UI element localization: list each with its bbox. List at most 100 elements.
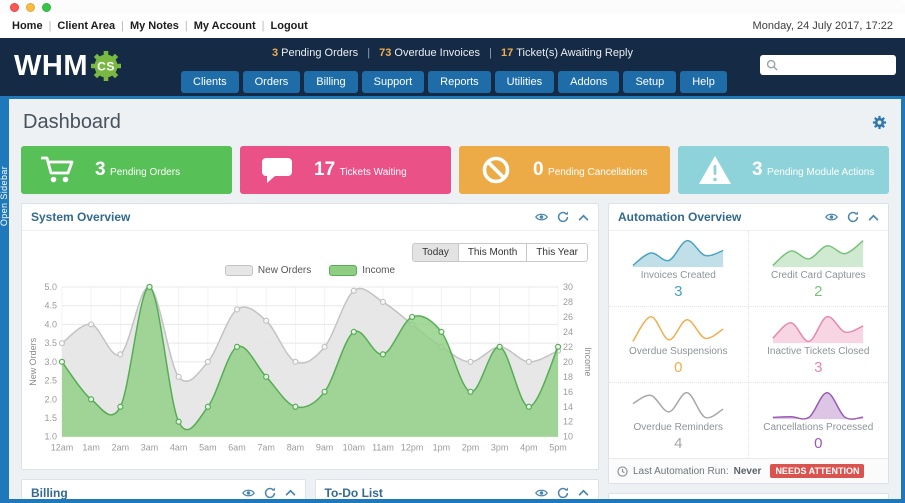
separator: | <box>121 20 124 32</box>
svg-text:30: 30 <box>563 282 573 292</box>
nav-tab-orders[interactable]: Orders <box>242 71 301 93</box>
svg-text:7am: 7am <box>257 443 274 453</box>
nav-tab-billing[interactable]: Billing <box>304 71 358 93</box>
sparkline-inactive-tickets-closed <box>772 315 864 344</box>
alert-tickets-awaiting-reply[interactable]: 17 Ticket(s) Awaiting Reply <box>501 47 633 59</box>
automation-overview-panel: Automation Overview Invoices Created 3 C… <box>608 203 889 484</box>
automation-cell-credit-card-captures: Credit Card Captures 2 <box>748 231 888 307</box>
link-home[interactable]: Home <box>12 20 43 32</box>
eye-icon[interactable] <box>535 488 548 498</box>
window-minimize-button[interactable] <box>26 2 35 12</box>
system-overview-chart: 1.0 1.5 2.0 2.5 3.0 3.5 4.0 4.5 5.0 10 12 14 16 18 20 2… <box>28 282 592 453</box>
nav-tab-support[interactable]: Support <box>361 71 425 93</box>
eye-icon[interactable] <box>535 212 548 222</box>
stat-label: Tickets Waiting <box>339 167 407 178</box>
nav-tab-setup[interactable]: Setup <box>623 71 677 93</box>
logo-text: WHM <box>14 49 88 82</box>
todo-list-title: To-Do List <box>324 485 383 499</box>
automation-overview-title: Automation Overview <box>618 210 742 224</box>
link-my-account[interactable]: My Account <box>194 20 256 32</box>
svg-text:New Orders: New Orders <box>28 337 38 385</box>
svg-text:9am: 9am <box>316 443 333 453</box>
refresh-icon[interactable] <box>264 487 276 499</box>
svg-text:12am: 12am <box>51 443 73 453</box>
sparkline-overdue-reminders <box>632 391 724 419</box>
svg-text:4.5: 4.5 <box>44 301 56 311</box>
svg-text:5pm: 5pm <box>549 443 566 453</box>
svg-text:16: 16 <box>563 387 573 397</box>
comment-icon <box>262 158 292 183</box>
eye-icon[interactable] <box>241 488 255 498</box>
collapse-chevron-icon[interactable] <box>578 489 589 496</box>
svg-text:1.5: 1.5 <box>44 413 56 423</box>
automation-cell-overdue-reminders: Overdue Reminders 4 <box>609 383 749 458</box>
svg-text:2.5: 2.5 <box>44 376 56 386</box>
svg-text:24: 24 <box>563 327 573 337</box>
stat-value: 3 <box>752 159 763 180</box>
main-header: WHM CS 3 Pending Orders | 73 Overdue Invoi… <box>0 38 905 96</box>
eye-icon[interactable] <box>825 212 838 222</box>
svg-text:14: 14 <box>563 402 573 412</box>
stat-pending-cancellations[interactable]: 0 Pending Cancellations <box>459 146 670 194</box>
link-logout[interactable]: Logout <box>271 20 308 32</box>
collapse-chevron-icon[interactable] <box>578 214 589 221</box>
open-sidebar-tab[interactable]: Open Sidebar <box>0 148 10 244</box>
dashboard-content: Dashboard 3 Pending Orders 17 Tickets Wa… <box>9 99 901 499</box>
clock-icon <box>617 465 628 477</box>
dashboard-settings-gear-icon[interactable] <box>872 115 887 130</box>
legend-income: Income <box>329 264 395 276</box>
svg-text:4.0: 4.0 <box>44 319 56 329</box>
legend-new-orders: New Orders <box>224 264 311 276</box>
nav-tab-help[interactable]: Help <box>680 71 727 93</box>
nav-tab-clients[interactable]: Clients <box>181 71 239 93</box>
refresh-icon[interactable] <box>557 211 569 223</box>
automation-cell-invoices-created: Invoices Created 3 <box>609 231 749 307</box>
svg-text:12pm: 12pm <box>401 443 423 453</box>
whmcs-logo[interactable]: WHM CS <box>14 49 123 83</box>
svg-text:10: 10 <box>563 432 573 442</box>
svg-text:2.0: 2.0 <box>44 394 56 404</box>
svg-text:1pm: 1pm <box>433 443 450 453</box>
nav-tab-addons[interactable]: Addons <box>558 71 620 93</box>
stat-value: 17 <box>314 159 336 180</box>
quick-links: Home | Client Area | My Notes | My Accou… <box>12 20 308 32</box>
automation-footer: Last Automation Run: Never NEEDS ATTENTI… <box>609 458 888 483</box>
stat-tickets-waiting[interactable]: 17 Tickets Waiting <box>240 146 451 194</box>
alert-pending-orders[interactable]: 3 Pending Orders <box>272 47 358 59</box>
alert-overdue-invoices[interactable]: 73 Overdue Invoices <box>379 47 480 59</box>
refresh-icon[interactable] <box>557 487 569 499</box>
range-this-month-button[interactable]: This Month <box>457 243 528 262</box>
sparkline-cancellations-processed <box>773 391 864 420</box>
admin-quick-links-bar: Home | Client Area | My Notes | My Accou… <box>0 14 905 38</box>
svg-text:18: 18 <box>563 372 573 382</box>
svg-text:2am: 2am <box>112 443 129 453</box>
nav-tab-utilities[interactable]: Utilities <box>494 71 555 93</box>
system-overview-panel: System Overview Today This Month This Ye… <box>21 203 599 470</box>
stat-pending-module-actions[interactable]: 3 Pending Module Actions <box>678 146 889 194</box>
svg-text:12: 12 <box>563 417 573 427</box>
collapse-chevron-icon[interactable] <box>285 489 296 496</box>
main-nav: Clients Orders Billing Support Reports U… <box>181 71 727 93</box>
link-client-area[interactable]: Client Area <box>57 20 115 32</box>
stat-label: Pending Cancellations <box>548 167 648 178</box>
link-my-notes[interactable]: My Notes <box>130 20 179 32</box>
needs-attention-badge[interactable]: NEEDS ATTENTION <box>770 464 865 478</box>
collapse-chevron-icon[interactable] <box>868 214 879 221</box>
chart-legend: New Orders Income <box>28 263 592 277</box>
svg-text:3pm: 3pm <box>491 443 508 453</box>
stat-pending-orders[interactable]: 3 Pending Orders <box>21 146 232 194</box>
bottom-panels-row: Billing To-Do List <box>21 478 599 499</box>
search-input[interactable] <box>782 59 890 71</box>
separator: | <box>184 20 188 32</box>
nav-tab-reports[interactable]: Reports <box>428 71 491 93</box>
range-this-year-button[interactable]: This Year <box>526 243 588 262</box>
right-column: Automation Overview Invoices Created 3 C… <box>608 203 889 499</box>
svg-text:11am: 11am <box>372 443 394 453</box>
sparkline-invoices-created <box>632 239 724 268</box>
range-today-button[interactable]: Today <box>412 243 459 262</box>
legend-swatch <box>224 264 253 276</box>
window-close-button[interactable] <box>10 2 19 12</box>
refresh-icon[interactable] <box>847 211 859 223</box>
window-zoom-button[interactable] <box>42 2 51 12</box>
svg-text:4am: 4am <box>170 443 187 453</box>
